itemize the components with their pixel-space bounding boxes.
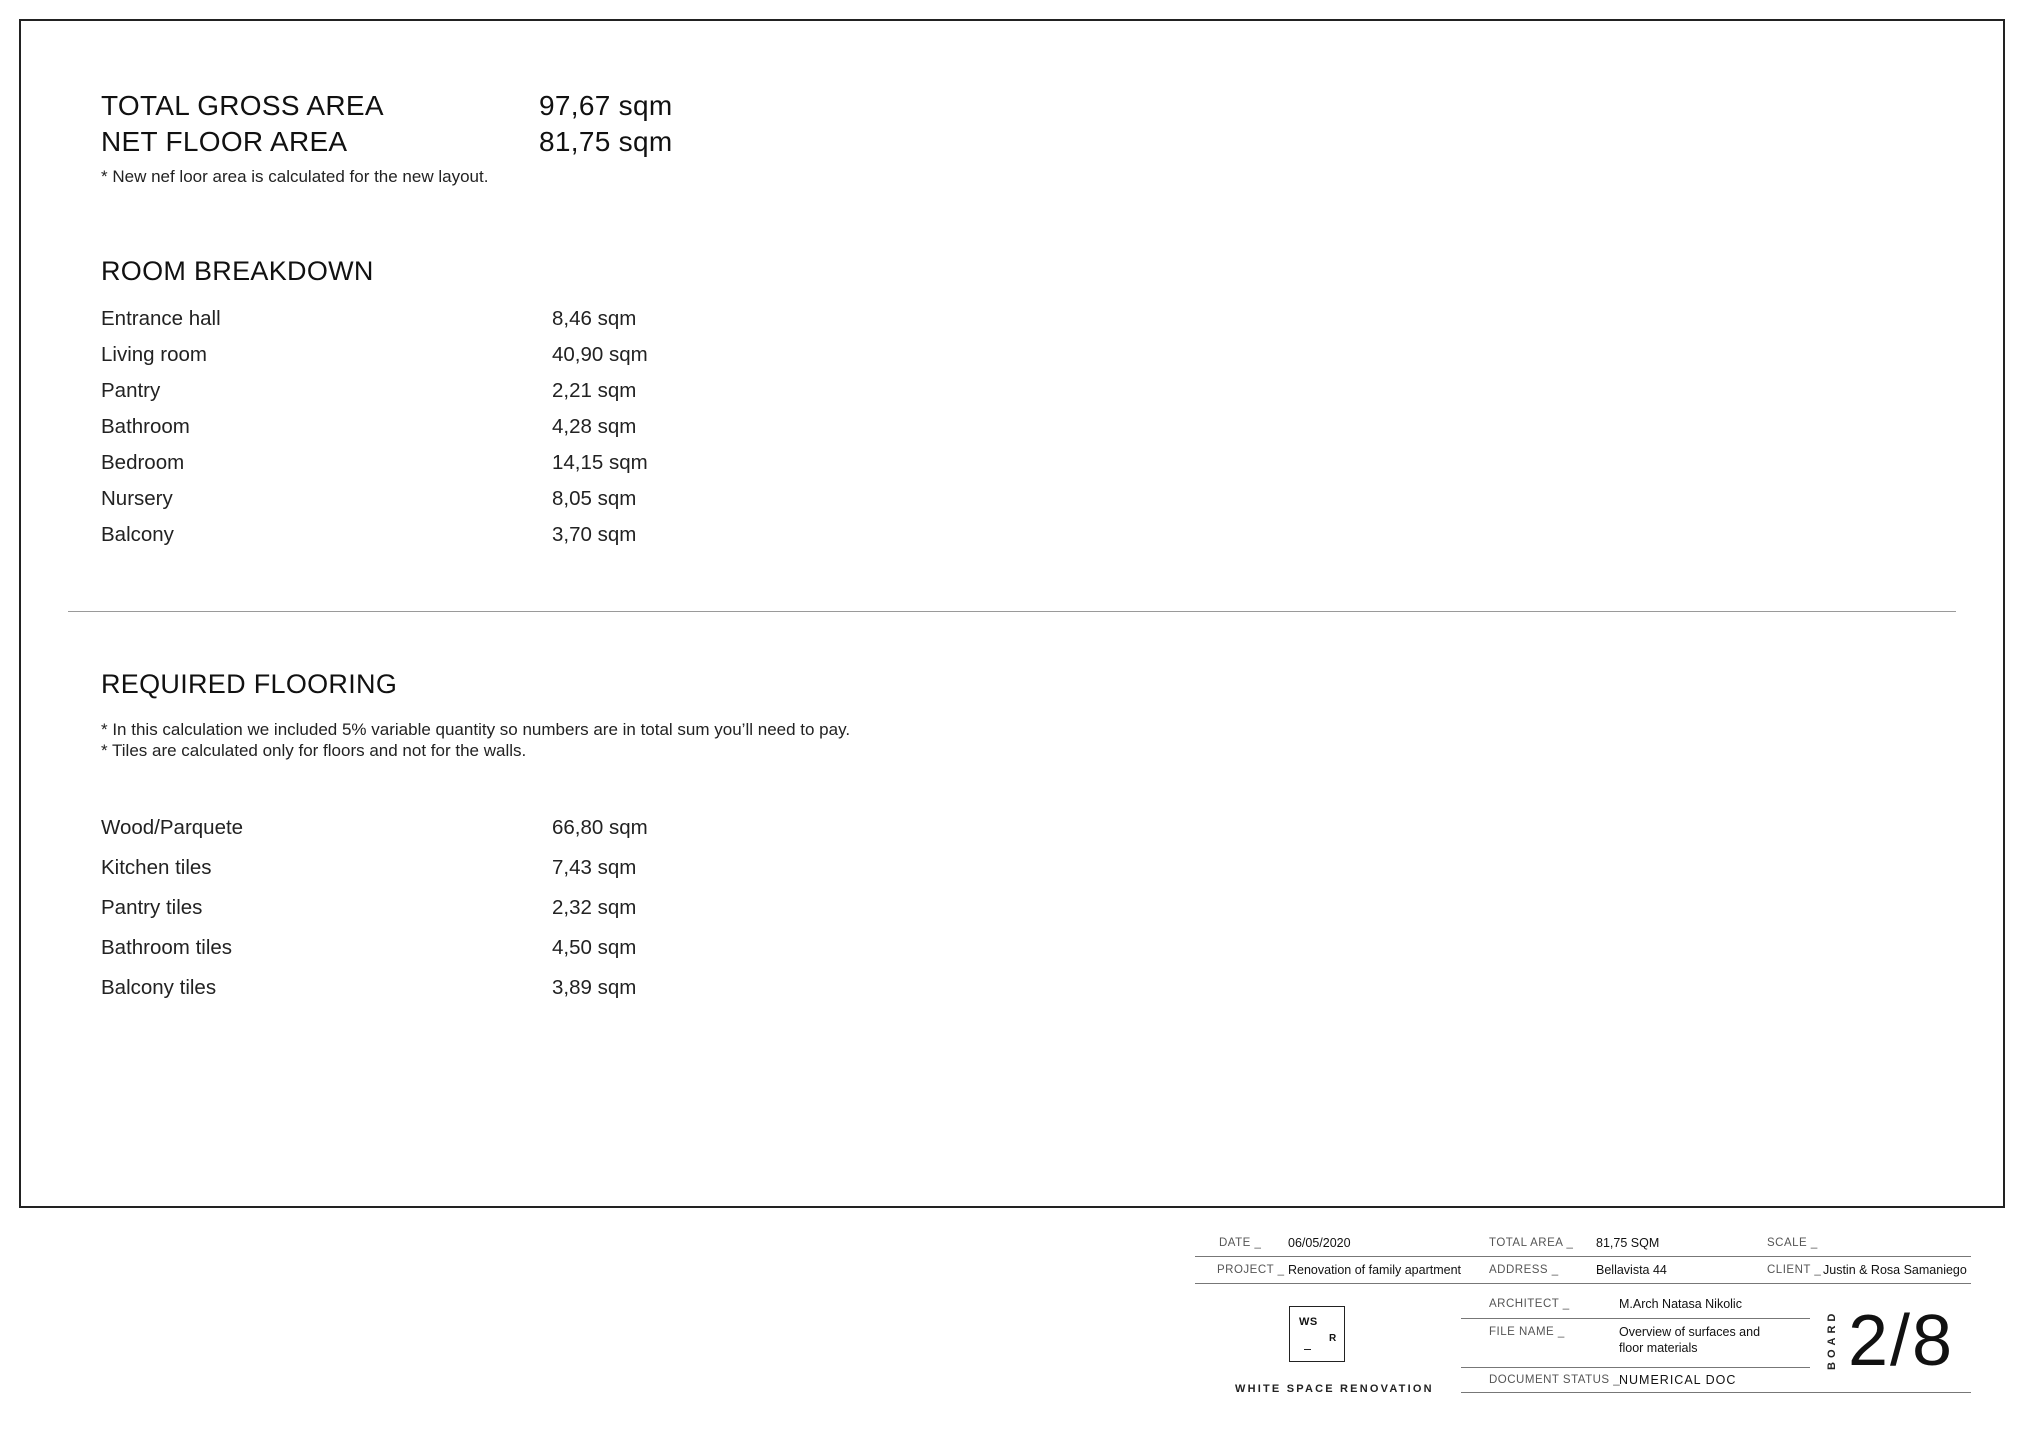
logo-dash-mark (1304, 1349, 1311, 1350)
room-label: Bedroom (101, 451, 185, 474)
logo-ws-text: WS (1299, 1316, 1318, 1328)
address-label: ADDRESS _ (1489, 1264, 1559, 1276)
room-label: Pantry (101, 379, 161, 402)
board-number: 2/8 (1848, 1301, 1955, 1381)
total-area-value: 81,75 SQM (1596, 1236, 1660, 1250)
section-divider (68, 611, 1956, 612)
title-block-rule (1461, 1367, 1810, 1368)
flooring-note-2: * Tiles are calculated only for floors a… (101, 741, 527, 760)
board-label: BOARD (1826, 1309, 1838, 1370)
flooring-note-1: * In this calculation we included 5% var… (101, 720, 851, 739)
net-floor-area-label: NET FLOOR AREA (101, 126, 348, 157)
title-block-rule (1461, 1318, 1810, 1319)
logo-r-text: R (1329, 1333, 1337, 1344)
room-value: 3,70 sqm (552, 523, 637, 546)
flooring-value: 3,89 sqm (552, 976, 637, 999)
date-value: 06/05/2020 (1288, 1236, 1351, 1250)
flooring-label: Bathroom tiles (101, 936, 233, 959)
room-label: Bathroom (101, 415, 190, 438)
file-name-label: FILE NAME _ (1489, 1326, 1565, 1338)
flooring-label: Wood/Parquete (101, 816, 244, 839)
flooring-value: 4,50 sqm (552, 936, 637, 959)
net-floor-area-value: 81,75 sqm (539, 126, 673, 157)
company-logo: WS R (1289, 1306, 1345, 1362)
date-label: DATE _ (1219, 1237, 1262, 1249)
flooring-label: Kitchen tiles (101, 856, 212, 879)
client-value: Justin & Rosa Samaniego (1823, 1263, 1967, 1277)
room-breakdown-title: ROOM BREAKDOWN (101, 256, 374, 286)
room-label: Nursery (101, 487, 173, 510)
company-name: WHITE SPACE RENOVATION (1235, 1383, 1434, 1395)
project-value: Renovation of family apartment (1288, 1263, 1462, 1277)
scale-label: SCALE _ (1767, 1237, 1818, 1249)
room-value: 2,21 sqm (552, 379, 637, 402)
flooring-value: 7,43 sqm (552, 856, 637, 879)
room-value: 14,15 sqm (552, 451, 648, 474)
net-area-note: * New nef loor area is calculated for th… (101, 167, 489, 186)
client-label: CLIENT _ (1767, 1264, 1822, 1276)
file-name-value-line1: Overview of surfaces and (1619, 1325, 1761, 1339)
room-label: Entrance hall (101, 307, 221, 330)
room-value: 4,28 sqm (552, 415, 637, 438)
total-area-label: TOTAL AREA _ (1489, 1237, 1574, 1249)
room-value: 8,05 sqm (552, 487, 637, 510)
project-label: PROJECT _ (1217, 1264, 1285, 1276)
flooring-label: Pantry tiles (101, 896, 203, 919)
room-value: 40,90 sqm (552, 343, 648, 366)
title-block-rule (1195, 1283, 1971, 1284)
flooring-value: 2,32 sqm (552, 896, 637, 919)
total-gross-area-label: TOTAL GROSS AREA (101, 90, 384, 121)
total-gross-area-value: 97,67 sqm (539, 90, 673, 121)
architect-label: ARCHITECT _ (1489, 1298, 1570, 1310)
title-block-rule (1195, 1256, 1971, 1257)
room-label: Balcony (101, 523, 174, 546)
address-value: Bellavista 44 (1596, 1263, 1667, 1277)
file-name-value-line2: floor materials (1619, 1341, 1698, 1355)
drawing-frame (19, 19, 2005, 1208)
document-status-label: DOCUMENT STATUS _ (1489, 1374, 1621, 1386)
document-status-value: NUMERICAL DOC (1619, 1373, 1737, 1387)
architect-value: M.Arch Natasa Nikolic (1619, 1297, 1742, 1311)
room-label: Living room (101, 343, 207, 366)
title-block-rule (1461, 1392, 1971, 1393)
room-value: 8,46 sqm (552, 307, 637, 330)
flooring-value: 66,80 sqm (552, 816, 648, 839)
required-flooring-title: REQUIRED FLOORING (101, 669, 398, 699)
flooring-label: Balcony tiles (101, 976, 217, 999)
